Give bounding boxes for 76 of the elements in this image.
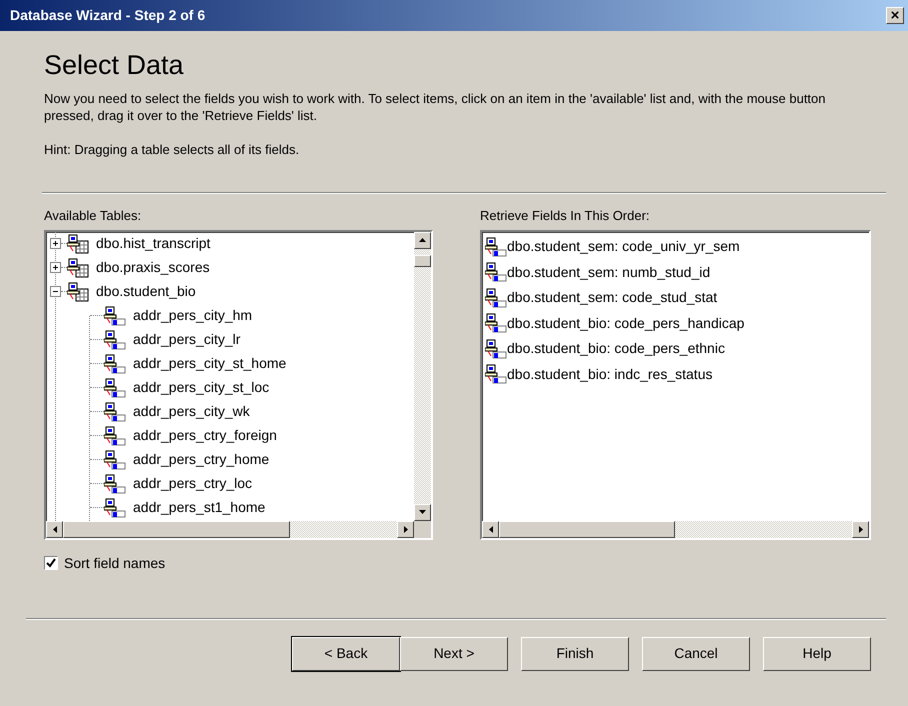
tree-field-item[interactable]: addr_pers_city_lr bbox=[133, 329, 240, 350]
tree-field-item[interactable]: addr_pers_city_st_home bbox=[133, 353, 286, 374]
field-icon bbox=[104, 330, 126, 350]
right-arrow-icon bbox=[858, 526, 862, 533]
field-icon bbox=[104, 306, 126, 326]
scrollbar-thumb[interactable] bbox=[499, 520, 675, 538]
plus-icon bbox=[52, 264, 59, 272]
list-label: Available Tables: bbox=[44, 207, 142, 226]
scroll-left-button[interactable] bbox=[482, 520, 499, 538]
sort-checkbox[interactable] bbox=[44, 556, 58, 570]
tree-field-item[interactable]: addr_pers_ctry_foreign bbox=[133, 425, 277, 446]
wizard-button[interactable]: Help bbox=[763, 636, 871, 671]
scroll-right-button[interactable] bbox=[397, 520, 414, 538]
up-arrow-icon bbox=[419, 238, 426, 242]
retrieve-field-item[interactable]: dbo.student_bio: code_pers_handicap bbox=[507, 312, 744, 334]
expand-toggle[interactable] bbox=[50, 262, 61, 274]
retrieve-field-item[interactable]: dbo.student_bio: code_pers_ethnic bbox=[507, 338, 725, 360]
tree-field-item[interactable]: addr_pers_st1_home bbox=[133, 497, 266, 518]
table-icon bbox=[67, 282, 89, 302]
collapse-toggle[interactable] bbox=[50, 286, 61, 298]
hint-text: Hint: Dragging a table selects all of its fields. bbox=[44, 141, 300, 158]
field-icon bbox=[485, 288, 507, 308]
expand-toggle[interactable] bbox=[50, 238, 61, 250]
right-arrow-icon bbox=[404, 526, 408, 533]
tree-table-item[interactable]: dbo.praxis_scores bbox=[96, 257, 210, 278]
close-button[interactable]: × bbox=[886, 7, 904, 24]
scroll-down-button[interactable] bbox=[414, 504, 431, 521]
tree-field-item[interactable]: addr_pers_city_wk bbox=[133, 401, 250, 422]
wizard-button[interactable]: Finish bbox=[521, 636, 629, 671]
field-icon bbox=[485, 313, 507, 334]
wizard-button[interactable]: Cancel bbox=[642, 636, 750, 671]
vertical-scrollbar[interactable] bbox=[414, 232, 431, 521]
field-icon bbox=[104, 354, 126, 374]
tree-table-item[interactable]: dbo.student_bio bbox=[96, 281, 196, 302]
page-heading: Select Data bbox=[44, 49, 185, 82]
tree-field-item[interactable]: addr_pers_ctry_home bbox=[133, 449, 270, 470]
scroll-up-button[interactable] bbox=[414, 232, 431, 249]
field-icon bbox=[104, 450, 126, 470]
field-icon bbox=[104, 402, 126, 422]
left-arrow-icon bbox=[52, 526, 56, 533]
scrollbar-thumb[interactable] bbox=[414, 254, 431, 267]
tree-field-item[interactable]: addr_pers_ctry_loc bbox=[133, 473, 252, 494]
scrollbar-thumb[interactable] bbox=[63, 520, 290, 538]
scroll-left-button[interactable] bbox=[46, 520, 63, 538]
horizontal-scrollbar[interactable] bbox=[482, 520, 869, 538]
field-icon bbox=[485, 262, 507, 282]
wizard-button[interactable]: < Back bbox=[292, 636, 400, 671]
wizard-button[interactable]: Next > bbox=[400, 636, 508, 671]
field-icon bbox=[104, 378, 126, 398]
field-icon bbox=[104, 426, 126, 446]
scroll-right-button[interactable] bbox=[852, 520, 869, 538]
field-icon bbox=[485, 236, 507, 257]
field-icon bbox=[104, 498, 126, 518]
left-arrow-icon bbox=[488, 526, 492, 533]
checkbox-label[interactable]: Sort field names bbox=[64, 552, 166, 574]
retrieve-field-item[interactable]: dbo.student_sem: code_univ_yr_sem bbox=[507, 236, 740, 258]
field-icon bbox=[485, 364, 507, 384]
down-arrow-icon bbox=[419, 510, 426, 514]
retrieve-field-item[interactable]: dbo.student_bio: indc_res_status bbox=[507, 364, 712, 385]
window-title: Database Wizard - Step 2 of 6 bbox=[10, 6, 206, 25]
tree-table-item[interactable]: dbo.hist_transcript bbox=[96, 233, 210, 254]
tree-field-item[interactable]: addr_pers_city_hm bbox=[133, 305, 252, 326]
table-icon bbox=[67, 258, 89, 278]
available-tables-list[interactable] bbox=[44, 230, 433, 540]
scrollbar-corner bbox=[414, 520, 431, 538]
field-icon bbox=[485, 338, 507, 359]
list-label: Retrieve Fields In This Order: bbox=[480, 207, 651, 226]
field-icon bbox=[104, 474, 126, 494]
table-icon bbox=[67, 234, 89, 254]
horizontal-scrollbar[interactable] bbox=[46, 520, 431, 538]
tree-field-item[interactable]: addr_pers_city_st_loc bbox=[133, 377, 270, 398]
retrieve-field-item[interactable]: dbo.student_sem: code_stud_stat bbox=[507, 287, 718, 308]
instructions-text: Now you need to select the fields you wish to work with. To select items, click on an item in the 'available' list and, with the mouse button pressed, drag it over to the 'Retrieve Fields' list. bbox=[44, 90, 827, 124]
retrieve-fields-list[interactable]: dbo.student_sem: code_univ_yr_sem dbo.student_sem: numb_stud_id dbo.student_sem: code_stud_stat dbo.student_bio: code_pers_handicap dbo.student_bio: code_pers_ethnic dbo.student_bio: indc_res_status bbox=[480, 230, 871, 540]
plus-icon bbox=[52, 240, 59, 248]
retrieve-field-item[interactable]: dbo.student_sem: numb_stud_id bbox=[507, 262, 710, 283]
